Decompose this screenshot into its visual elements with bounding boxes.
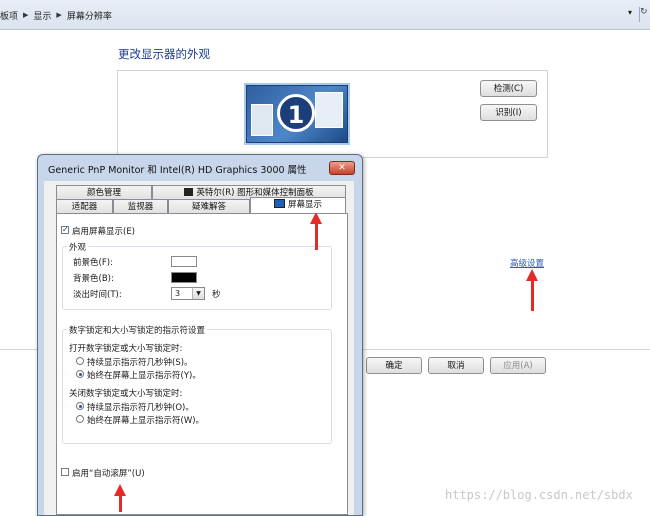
background-color-picker[interactable]: [171, 272, 197, 283]
breadcrumb-item-resolution[interactable]: 屏幕分辨率: [67, 9, 112, 22]
intel-graphics-icon: [184, 188, 194, 196]
group-label: 数字锁定和大小写锁定的指示符设置: [67, 324, 208, 336]
watermark: https://blog.csdn.net/sbdx: [445, 488, 633, 502]
identify-button[interactable]: 识别(I): [480, 104, 537, 121]
group-label: 外观: [67, 241, 89, 253]
cancel-button[interactable]: 取消: [428, 357, 484, 374]
red-arrow-icon: [310, 212, 322, 250]
lock-on-label: 打开数字锁定或大小写锁定时:: [69, 344, 183, 354]
tab-page: ✓ 启用屏幕显示(E) 外观 前景色(F): 背景色(B): 淡出时间(T): …: [56, 213, 348, 515]
auto-scroll-checkbox[interactable]: [61, 468, 69, 476]
fade-time-label: 淡出时间(T):: [73, 290, 122, 300]
chevron-down-icon: ▼: [192, 288, 204, 299]
enable-osd-checkbox[interactable]: ✓: [61, 226, 69, 234]
close-icon[interactable]: ✕: [329, 161, 355, 175]
foreground-label: 前景色(F):: [73, 258, 113, 268]
lock-off-always-radio[interactable]: [76, 415, 84, 423]
tab-color-management[interactable]: 颜色管理: [56, 185, 152, 199]
lock-on-always-label: 始终在屏幕上显示指示符(Y)。: [87, 371, 201, 381]
detect-button[interactable]: 检测(C): [480, 80, 537, 97]
advanced-settings-link[interactable]: 高级设置: [510, 257, 544, 269]
lock-off-always-label: 始终在屏幕上显示指示符(W)。: [87, 416, 205, 426]
monitor-number: 1: [277, 94, 315, 132]
chevron-right-icon[interactable]: ▶: [56, 11, 61, 19]
page-title: 更改显示器的外观: [118, 47, 210, 61]
dialog-title: Generic PnP Monitor 和 Intel(R) HD Graphi…: [48, 165, 307, 176]
window-icon: [251, 104, 273, 136]
tab-screen-display[interactable]: 屏幕显示: [250, 197, 346, 213]
lock-off-seconds-label: 持续显示指示符几秒钟(O)。: [87, 403, 194, 413]
refresh-icon[interactable]: ↻: [639, 7, 650, 22]
lock-on-seconds-radio[interactable]: [76, 357, 84, 365]
lock-on-always-radio[interactable]: [76, 370, 84, 378]
dropdown-icon[interactable]: ▾: [624, 8, 636, 21]
background-label: 背景色(B):: [73, 274, 114, 284]
chevron-right-icon[interactable]: ▶: [23, 11, 28, 19]
monitor-icon: [273, 199, 285, 208]
fade-time-select[interactable]: 3 ▼: [171, 287, 205, 300]
window-icon: [315, 92, 343, 128]
apply-button[interactable]: 应用(A): [490, 357, 546, 374]
breadcrumb: 板项 ▶ 显示 ▶ 屏幕分辨率: [0, 7, 112, 23]
auto-scroll-label: 启用“自动滚屏”(U): [72, 469, 145, 479]
breadcrumb-item-display[interactable]: 显示: [33, 9, 51, 22]
dialog-body: 颜色管理 英特尔(R) 图形和媒体控制面板 适配器 监视器 疑难解答 屏幕显示 …: [44, 181, 354, 515]
tab-label: 屏幕显示: [287, 200, 322, 210]
fade-time-value: 3: [175, 289, 181, 298]
red-arrow-icon: [526, 269, 538, 311]
tab-adapter[interactable]: 适配器: [56, 199, 113, 213]
breadcrumb-item-control-panel[interactable]: 板项: [0, 9, 18, 22]
properties-dialog: Generic PnP Monitor 和 Intel(R) HD Graphi…: [37, 154, 363, 516]
lock-off-seconds-radio[interactable]: [76, 402, 84, 410]
address-bar: 板项 ▶ 显示 ▶ 屏幕分辨率 ▾ ↻: [0, 0, 650, 30]
monitor-thumbnail[interactable]: 1: [246, 85, 348, 143]
tab-troubleshoot[interactable]: 疑难解答: [168, 199, 250, 213]
fade-unit: 秒: [212, 290, 221, 300]
ok-button[interactable]: 确定: [366, 357, 422, 374]
red-arrow-icon: [114, 484, 126, 512]
lock-off-label: 关闭数字锁定或大小写锁定时:: [69, 389, 183, 399]
lock-on-seconds-label: 持续显示指示符几秒钟(S)。: [87, 358, 193, 368]
foreground-color-picker[interactable]: [171, 256, 197, 267]
tab-monitor[interactable]: 监视器: [113, 199, 168, 213]
enable-osd-label: 启用屏幕显示(E): [72, 227, 136, 237]
